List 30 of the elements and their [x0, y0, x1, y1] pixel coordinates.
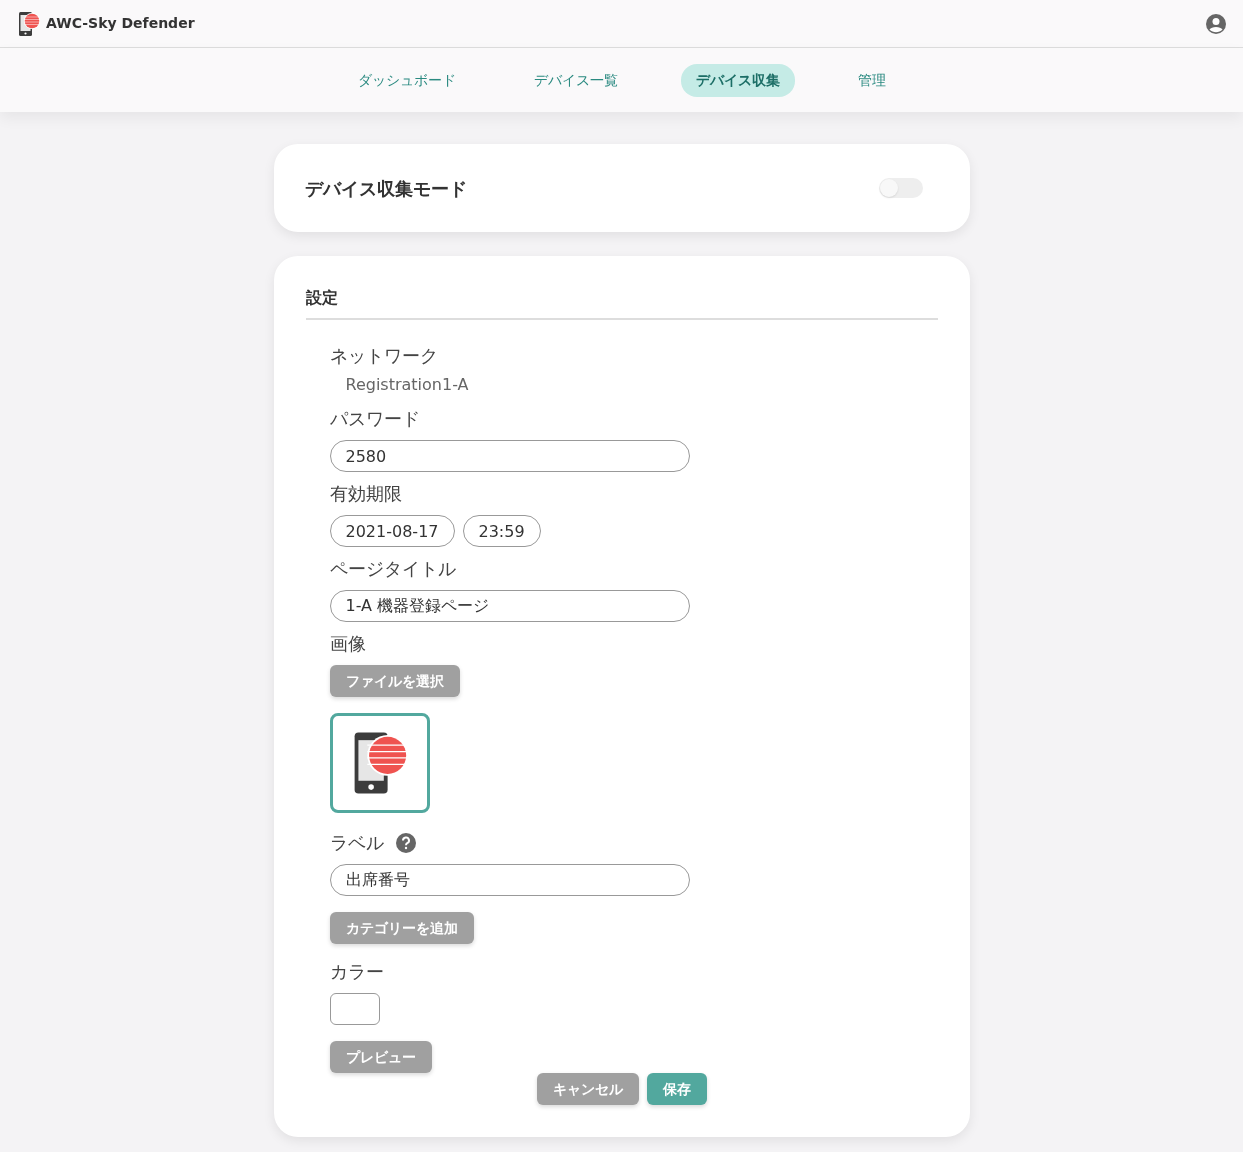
add-category-button[interactable]: カテゴリーを追加: [329, 912, 474, 944]
mode-toggle[interactable]: [878, 178, 923, 198]
network-name: Registration1-A: [345, 374, 470, 396]
field-label: ネットワーク: [329, 344, 439, 368]
account-icon[interactable]: [1205, 12, 1227, 35]
save-button[interactable]: 保存: [646, 1073, 707, 1105]
logo-icon: [16, 10, 42, 37]
nav-tab[interactable]: ダッシュボード: [342, 63, 471, 97]
label-field[interactable]: 出席番号: [329, 864, 690, 896]
nav-tab[interactable]: デバイス収集: [680, 63, 795, 97]
app-title: AWC-Sky Defender: [46, 14, 195, 33]
field-label: 画像: [329, 632, 367, 656]
file-select-button[interactable]: ファイルを選択: [329, 665, 460, 697]
time-field[interactable]: 23:59: [462, 515, 541, 547]
card-title: デバイス収集モード: [304, 176, 467, 201]
field-label: 有効期限: [329, 482, 403, 506]
nav-tab[interactable]: 管理: [842, 63, 901, 97]
section-title: 設定: [305, 286, 938, 320]
cancel-button[interactable]: キャンセル: [536, 1073, 639, 1105]
help-icon[interactable]: [395, 832, 416, 853]
color-field[interactable]: [329, 993, 380, 1025]
preview-button[interactable]: プレビュー: [329, 1041, 432, 1073]
date-field[interactable]: 2021-08-17: [329, 515, 455, 547]
field-label: ページタイトル: [329, 557, 457, 581]
field-label: ラベル: [329, 831, 384, 855]
field-label: カラー: [329, 960, 385, 984]
page-title-field[interactable]: 1-A 機器登録ページ: [329, 590, 690, 622]
password-field[interactable]: 2580: [329, 440, 690, 472]
nav-tab[interactable]: デバイス一覧: [518, 63, 633, 97]
field-label: パスワード: [329, 407, 421, 431]
